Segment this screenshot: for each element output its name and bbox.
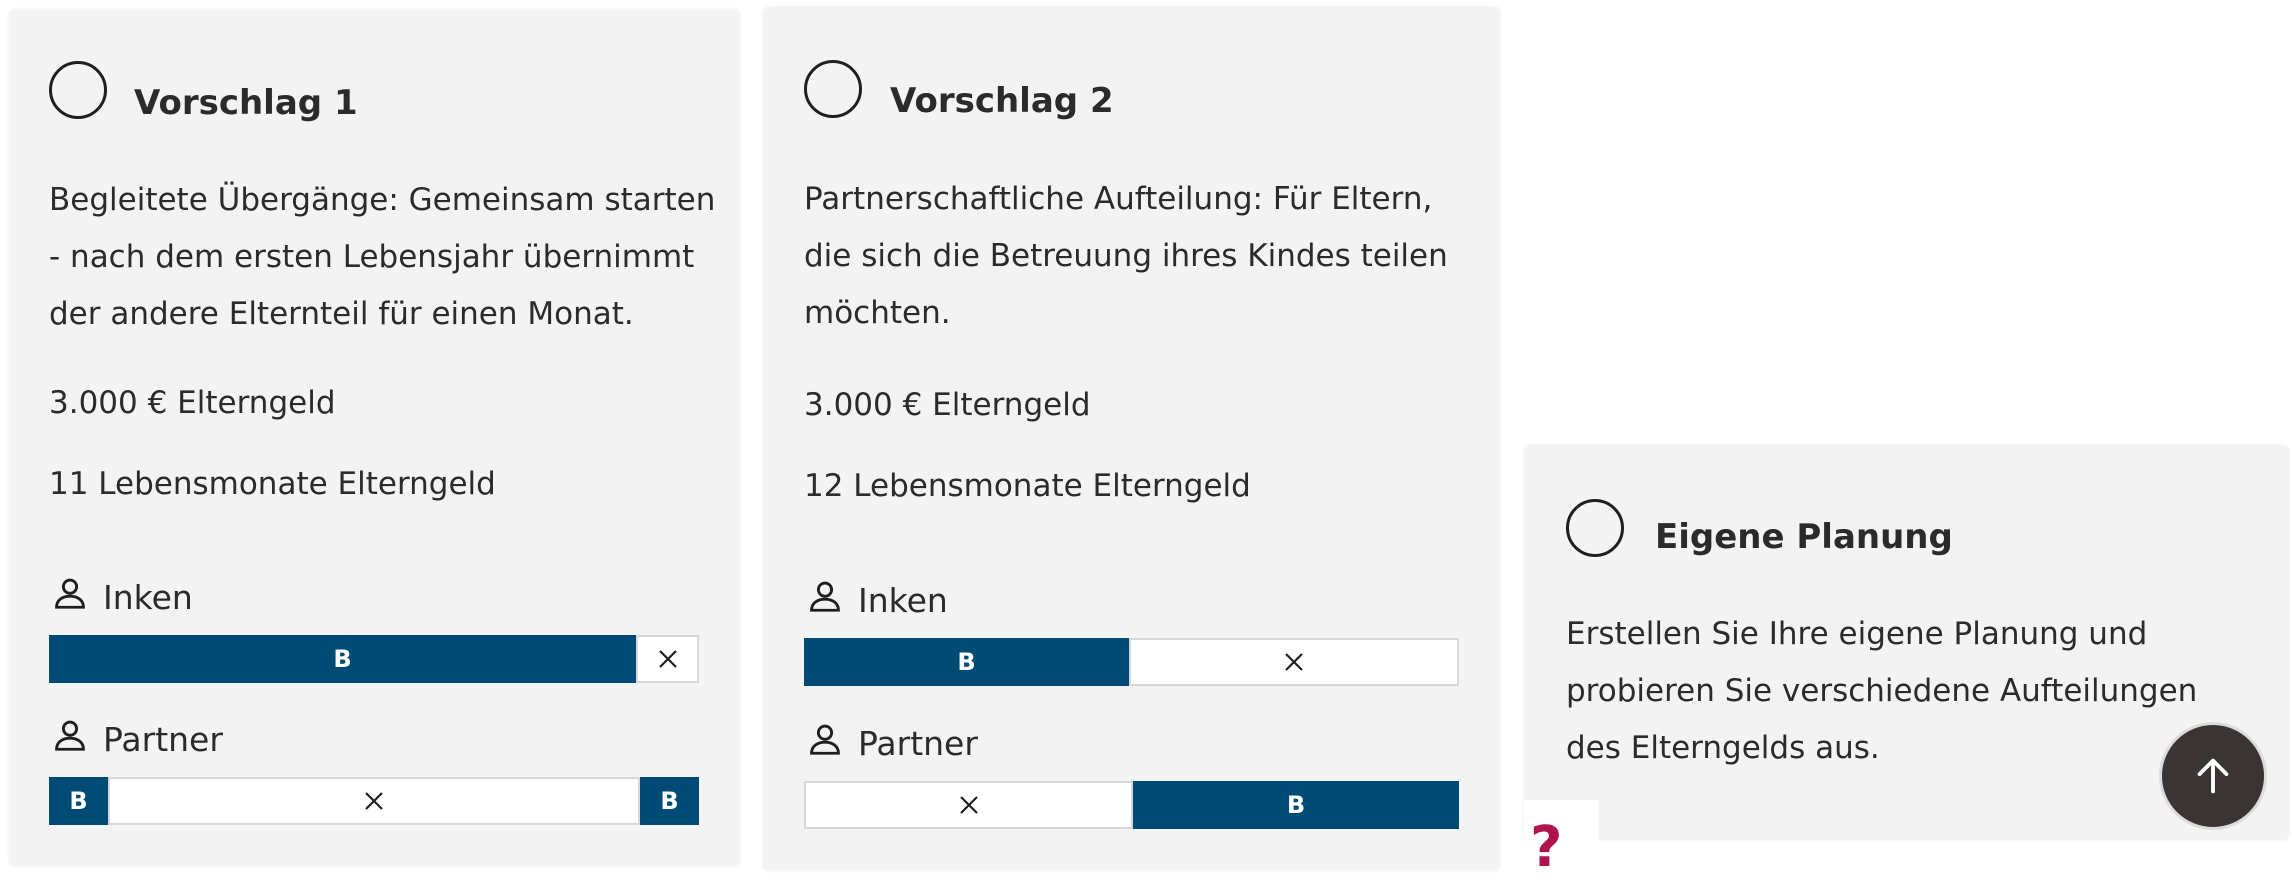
description-line: die sich die Betreuung ihres Kindes teil… — [804, 238, 1448, 274]
bar-segment-basis[interactable]: B — [1133, 781, 1459, 829]
parent-name: Inken — [103, 577, 193, 617]
scroll-to-top-button[interactable] — [2159, 722, 2267, 830]
parent-row-partner: Partner — [806, 720, 978, 766]
description-line: Partnerschaftliche Aufteilung: Für Elter… — [804, 181, 1433, 217]
description-line: probieren Sie verschiedene Aufteilungen — [1566, 673, 2198, 709]
month-bar-inken: B — [49, 635, 699, 683]
close-x-icon — [959, 796, 978, 814]
card-description: Erstellen Sie Ihre eigene Planung und pr… — [1566, 606, 2197, 777]
description-line: - nach dem ersten Lebensjahr übernimmt — [49, 239, 695, 275]
parent-row-inken: Inken — [806, 577, 948, 623]
parent-name: Partner — [103, 719, 223, 759]
card-title: Vorschlag 1 — [134, 83, 358, 123]
description-line: des Elterngelds aus. — [1566, 730, 1880, 766]
parent-name: Partner — [858, 723, 978, 763]
proposal-card-2[interactable]: Vorschlag 2 Partnerschaftliche Aufteilun… — [763, 7, 1500, 871]
description-line: Erstellen Sie Ihre eigene Planung und — [1566, 616, 2148, 652]
month-bar-partner: B — [804, 781, 1459, 829]
help-button[interactable]: ? — [1530, 815, 1562, 880]
radio-vorschlag-2[interactable] — [804, 60, 862, 118]
person-icon — [806, 720, 844, 766]
person-icon — [51, 574, 89, 620]
card-title: Eigene Planung — [1655, 517, 1953, 557]
description-line: möchten. — [804, 295, 951, 331]
bar-segment-basis[interactable]: B — [49, 635, 636, 683]
bar-segment-empty[interactable] — [636, 635, 699, 683]
month-bar-inken: B — [804, 638, 1459, 686]
description-line: Begleitete Übergänge: Gemeinsam starten — [49, 182, 716, 218]
elterngeld-amount: 3.000 € Elterngeld — [49, 385, 336, 421]
card-title: Vorschlag 2 — [890, 81, 1114, 121]
month-bar-partner: B B — [49, 777, 699, 825]
close-x-icon — [1285, 653, 1303, 671]
radio-eigene-planung[interactable] — [1566, 499, 1624, 557]
bar-segment-empty[interactable] — [804, 781, 1133, 829]
bar-segment-empty[interactable] — [1129, 638, 1459, 686]
person-icon — [806, 577, 844, 623]
elterngeld-amount: 3.000 € Elterngeld — [804, 387, 1091, 423]
card-description: Partnerschaftliche Aufteilung: Für Elter… — [804, 171, 1448, 342]
parent-name: Inken — [858, 580, 948, 620]
radio-vorschlag-1[interactable] — [49, 61, 107, 119]
description-line: der andere Elternteil für einen Monat. — [49, 296, 634, 332]
bar-segment-basis[interactable]: B — [640, 777, 699, 825]
card-description: Begleitete Übergänge: Gemeinsam starten … — [49, 172, 715, 343]
bar-segment-empty[interactable] — [108, 777, 640, 825]
bar-segment-basis[interactable]: B — [49, 777, 108, 825]
elterngeld-months: 11 Lebensmonate Elterngeld — [49, 466, 496, 502]
parent-row-inken: Inken — [51, 574, 193, 620]
close-x-icon — [365, 792, 383, 810]
parent-row-partner: Partner — [51, 716, 223, 762]
person-icon — [51, 716, 89, 762]
bar-segment-basis[interactable]: B — [804, 638, 1129, 686]
close-x-icon — [658, 650, 677, 668]
elterngeld-months: 12 Lebensmonate Elterngeld — [804, 468, 1251, 504]
arrow-up-icon — [2197, 758, 2229, 794]
proposal-card-1[interactable]: Vorschlag 1 Begleitete Übergänge: Gemein… — [9, 9, 740, 866]
